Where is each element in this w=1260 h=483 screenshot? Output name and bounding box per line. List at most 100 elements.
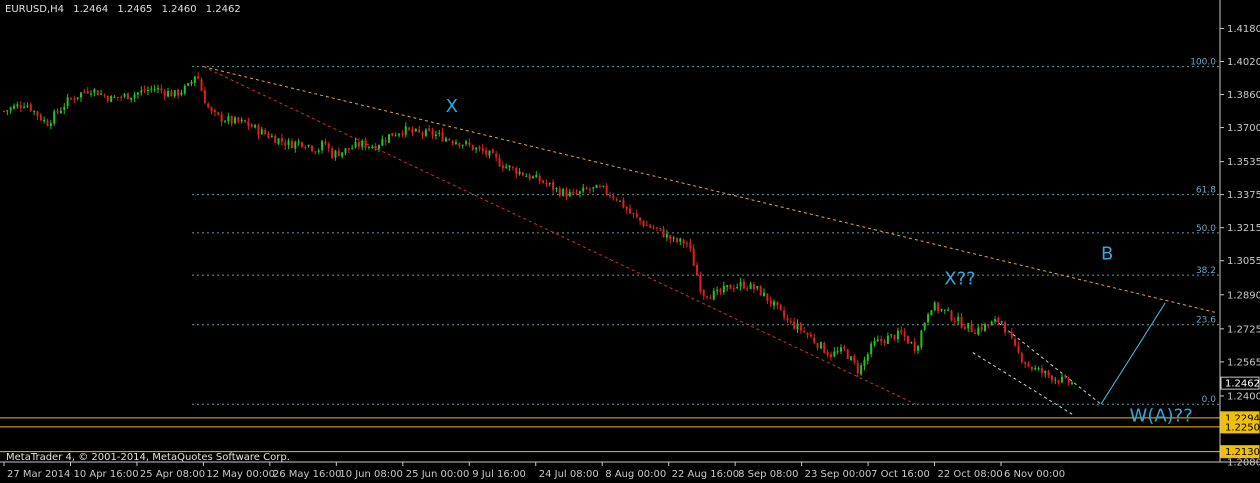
time-tick-label: 8 Sep 08:00 [738, 469, 798, 480]
candle-body [575, 192, 578, 194]
candle-body [227, 116, 230, 122]
price-tag-label: 1.2130 [1225, 447, 1260, 458]
price-chart[interactable]: 100.0 61.8 50.0 38.2 23.6 0.0 X X?? B W(A)?? 1.4… [0, 0, 1260, 483]
candle-body [783, 310, 786, 318]
candle-body [595, 185, 598, 189]
candle-body [957, 316, 960, 322]
candle-body [1054, 379, 1057, 381]
candle-body [471, 144, 474, 150]
candle-body [103, 94, 106, 96]
candle-body [481, 147, 484, 152]
candle-body [639, 217, 642, 221]
candle-body [76, 97, 79, 99]
candle-body [26, 105, 29, 107]
candle-body [545, 183, 548, 185]
candle-body [421, 132, 424, 135]
fib-level-label: 50.0 [1196, 224, 1216, 234]
candle-body [347, 148, 350, 150]
candle-body [384, 140, 387, 142]
candle-body [669, 235, 672, 240]
candle-body [351, 148, 354, 150]
price-tick-label: 1.2400 [1227, 391, 1260, 402]
time-tick-label: 10 Jun 08:00 [339, 469, 403, 480]
candle-body [997, 318, 1000, 323]
candle-body [706, 296, 709, 298]
candle-body [468, 142, 471, 145]
candle-body [177, 89, 180, 96]
candle-body [602, 185, 605, 187]
candle-body [341, 152, 344, 157]
price-tick-label: 1.2080 [1227, 458, 1260, 469]
time-tick-label: 8 Aug 00:00 [605, 469, 666, 480]
low-price: 1.2460 [161, 4, 197, 15]
candle-body [521, 172, 524, 176]
fib-level-label: 100.0 [1190, 58, 1216, 68]
candle-body [13, 105, 16, 109]
candle-body [605, 185, 608, 194]
candle-body [391, 132, 394, 137]
candle-body [1007, 331, 1010, 333]
candle-body [130, 97, 133, 100]
candle-body [69, 98, 72, 100]
candle-body [36, 111, 39, 116]
candle-body [193, 76, 196, 83]
candle-body [86, 90, 89, 93]
candle-body [334, 150, 337, 158]
candle-body [331, 148, 334, 158]
wave-label: X [446, 96, 458, 117]
candle-body [377, 145, 380, 149]
candle-body [846, 349, 849, 359]
candle-body [217, 112, 220, 115]
price-tick-label: 1.3860 [1227, 90, 1260, 101]
candle-body [635, 213, 638, 217]
candle-body [923, 323, 926, 330]
candle-body [679, 238, 682, 242]
candle-body [890, 334, 893, 336]
time-tick-label: 22 Oct 08:00 [938, 469, 1003, 480]
candle-body [106, 95, 109, 102]
candle-body [475, 147, 478, 150]
candle-body [538, 175, 541, 182]
candle-body [220, 114, 223, 122]
chart-background [0, 0, 1260, 483]
candle-body [394, 135, 397, 137]
candle-body [354, 141, 357, 148]
candle-body [786, 318, 789, 321]
candle-body [562, 189, 565, 196]
candle-body [53, 111, 56, 124]
candle-body [803, 331, 806, 333]
fib-level-label: 23.6 [1196, 316, 1216, 326]
candle-body [548, 183, 551, 185]
candle-body [625, 207, 628, 210]
candle-body [304, 147, 307, 149]
candle-body [665, 234, 668, 238]
candle-body [689, 242, 692, 249]
candle-body [404, 126, 407, 135]
candle-body [592, 187, 595, 189]
candle-body [444, 138, 447, 142]
candle-body [505, 166, 508, 169]
candle-body [1060, 376, 1063, 383]
candle-body [327, 143, 330, 149]
time-tick-label: 25 Jun 00:00 [406, 469, 470, 480]
candle-body [1044, 370, 1047, 374]
price-tag-label: 1.2250 [1225, 422, 1260, 433]
candle-body [716, 289, 719, 292]
candle-body [709, 297, 712, 299]
candle-body [39, 114, 42, 121]
candle-body [264, 130, 267, 135]
candle-body [267, 134, 270, 138]
candle-body [110, 95, 113, 103]
candle-body [197, 76, 200, 79]
candle-body [819, 342, 822, 349]
candle-body [937, 302, 940, 311]
time-tick-label: 10 Apr 16:00 [73, 469, 138, 480]
candle-body [652, 227, 655, 229]
time-tick-label: 23 Sep 00:00 [805, 469, 872, 480]
candle-body [173, 90, 176, 97]
candle-body [364, 140, 367, 148]
candle-body [317, 150, 320, 152]
candle-body [712, 290, 715, 300]
candle-body [913, 341, 916, 352]
candle-body [83, 91, 86, 93]
